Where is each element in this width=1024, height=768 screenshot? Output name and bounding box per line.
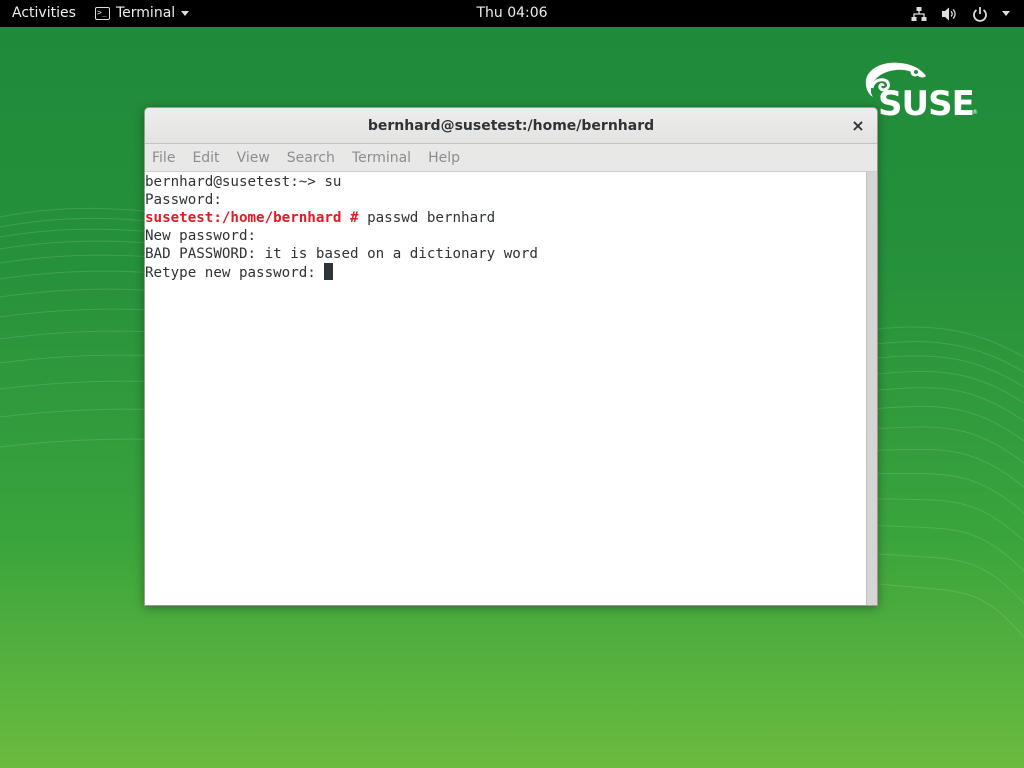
svg-text:®: ®: [972, 109, 978, 116]
chevron-down-icon: [181, 11, 190, 16]
terminal-line: Password:: [145, 192, 222, 208]
menu-help[interactable]: Help: [428, 150, 460, 166]
close-button[interactable]: ×: [849, 117, 867, 135]
system-status-area[interactable]: [911, 0, 1010, 27]
app-menu-label: Terminal: [116, 5, 176, 21]
power-icon: [973, 6, 987, 22]
menu-edit[interactable]: Edit: [192, 150, 219, 166]
terminal-output[interactable]: bernhard@susetest:~> su Password: susete…: [145, 172, 866, 605]
app-menu-terminal[interactable]: >_ Terminal: [95, 0, 190, 27]
volume-icon: [942, 7, 956, 20]
retype-prompt: Retype new password:: [145, 265, 325, 281]
terminal-line: New password:: [145, 228, 257, 244]
activities-button[interactable]: Activities: [12, 0, 76, 27]
menu-search[interactable]: Search: [287, 150, 335, 166]
window-title: bernhard@susetest:/home/bernhard: [367, 118, 655, 134]
terminal-line: BAD PASSWORD: it is based on a dictionar…: [145, 246, 538, 262]
chevron-down-icon: [1002, 11, 1010, 16]
terminal-window: bernhard@susetest:/home/bernhard × File …: [144, 107, 878, 606]
svg-text:SUSE: SUSE: [878, 84, 974, 120]
root-prompt: susetest:/home/bernhard #: [145, 210, 359, 226]
terminal-line: susetest:/home/bernhard # passwd bernhar…: [145, 209, 866, 227]
menu-terminal[interactable]: Terminal: [352, 150, 411, 166]
window-titlebar[interactable]: bernhard@susetest:/home/bernhard ×: [145, 108, 877, 144]
menu-bar: File Edit View Search Terminal Help: [145, 144, 877, 172]
terminal-line: Retype new password:: [145, 263, 866, 281]
command-text: passwd bernhard: [358, 210, 496, 226]
menu-file[interactable]: File: [152, 150, 175, 166]
network-icon: [911, 6, 927, 21]
menu-view[interactable]: View: [237, 150, 270, 166]
clock[interactable]: Thu 04:06: [476, 5, 547, 21]
top-bar: Activities >_ Terminal Thu 04:06: [0, 0, 1024, 27]
terminal-icon: >_: [95, 7, 110, 20]
vertical-scrollbar[interactable]: [866, 172, 877, 605]
text-cursor: [324, 263, 334, 280]
terminal-line: bernhard@susetest:~> su: [145, 174, 342, 190]
